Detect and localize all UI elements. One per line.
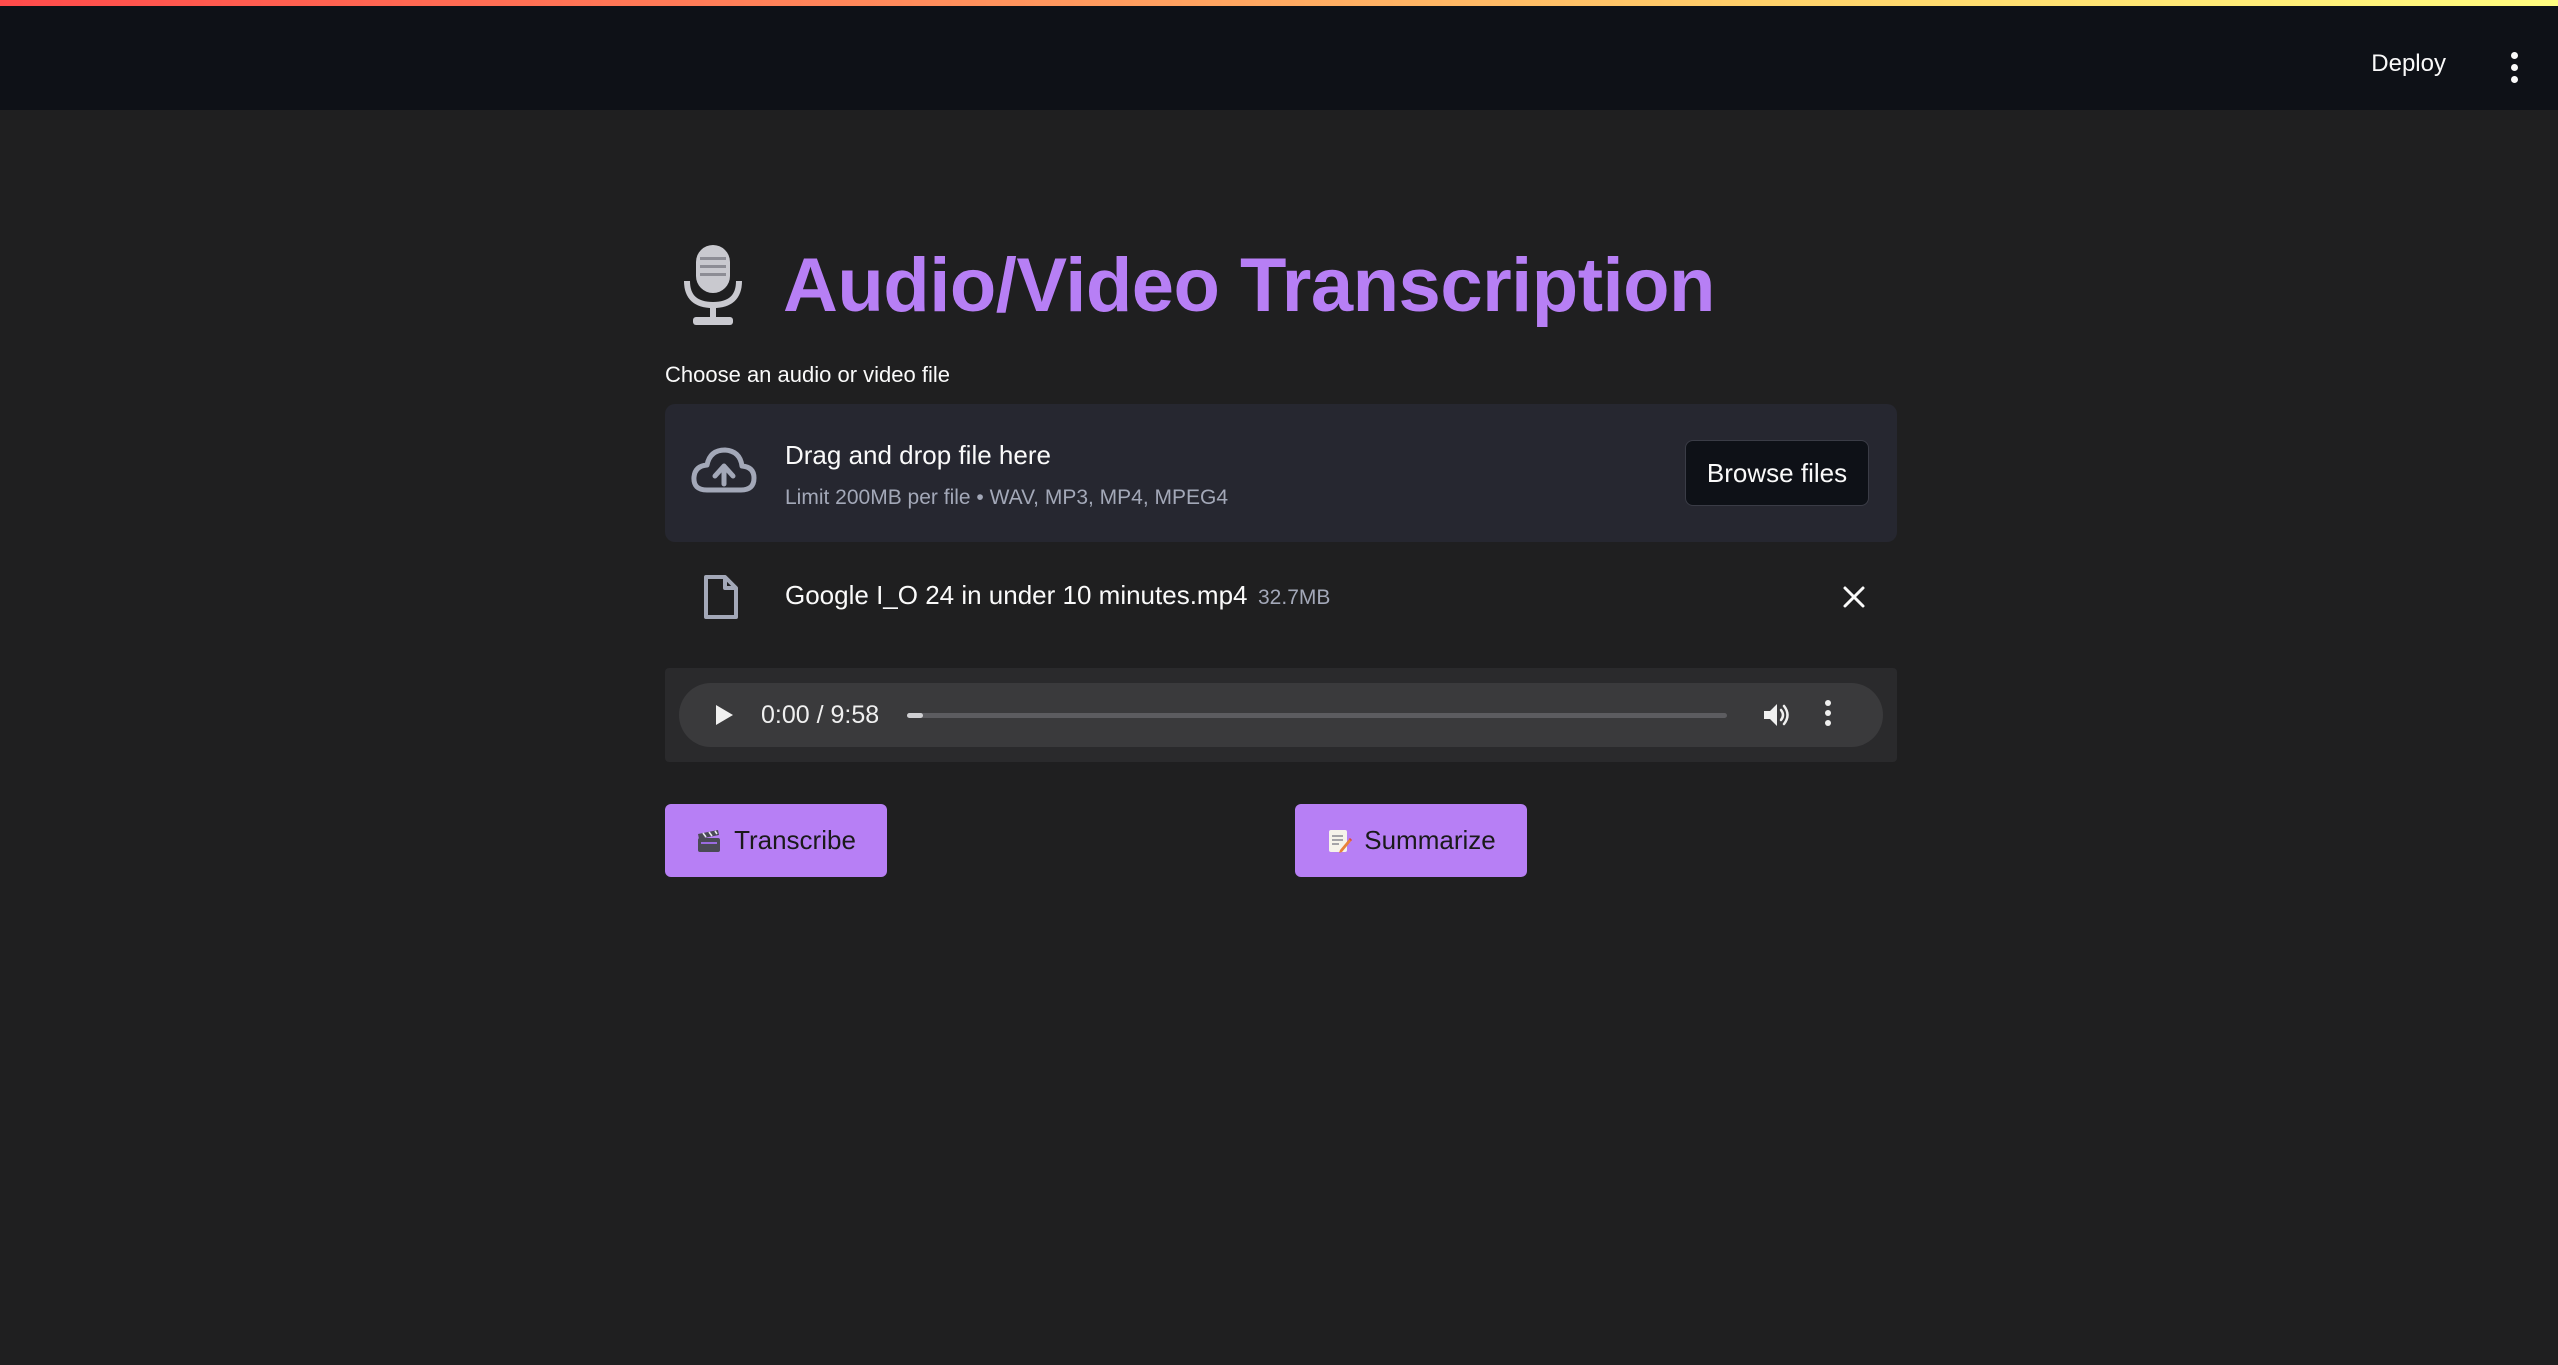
cloud-upload-icon — [691, 447, 757, 493]
browse-files-button[interactable]: Browse files — [1685, 440, 1869, 506]
memo-icon — [1329, 829, 1353, 853]
page-title: Audio/Video Transcription — [783, 242, 1715, 328]
file-icon — [704, 575, 738, 619]
summarize-label: Summarize — [1364, 825, 1496, 855]
clapperboard-icon — [698, 829, 721, 852]
uploaded-file-name: Google I_O 24 in under 10 minutes.mp4 — [785, 580, 1248, 610]
transcribe-button[interactable]: Transcribe — [665, 804, 887, 877]
deploy-button[interactable]: Deploy — [2371, 50, 2446, 78]
volume-icon[interactable] — [1761, 700, 1791, 730]
app-header: Deploy — [0, 6, 2558, 110]
player-options-icon[interactable] — [1821, 700, 1835, 730]
microphone-icon — [684, 245, 742, 325]
uploaded-file-row: Google I_O 24 in under 10 minutes.mp4 32… — [665, 566, 1897, 630]
play-icon[interactable] — [713, 703, 735, 727]
remove-file-close-icon[interactable] — [1841, 584, 1867, 610]
title-row: Audio/Video Transcription — [683, 230, 1715, 340]
file-dropzone[interactable]: Drag and drop file here Limit 200MB per … — [665, 404, 1897, 542]
playback-time: 0:00 / 9:58 — [761, 701, 880, 729]
dropzone-title: Drag and drop file here — [785, 440, 1051, 470]
seek-slider[interactable] — [907, 713, 1727, 718]
uploaded-file-size: 32.7MB — [1258, 586, 1331, 609]
kebab-menu-icon[interactable] — [2500, 52, 2528, 92]
media-player-container: 0:00 / 9:58 — [665, 668, 1897, 762]
media-player: 0:00 / 9:58 — [679, 683, 1883, 747]
seek-progress — [907, 713, 924, 718]
summarize-button[interactable]: Summarize — [1295, 804, 1527, 877]
dropzone-limits: Limit 200MB per file • WAV, MP3, MP4, MP… — [785, 486, 1229, 509]
uploader-label: Choose an audio or video file — [665, 362, 950, 387]
transcribe-label: Transcribe — [734, 825, 856, 855]
